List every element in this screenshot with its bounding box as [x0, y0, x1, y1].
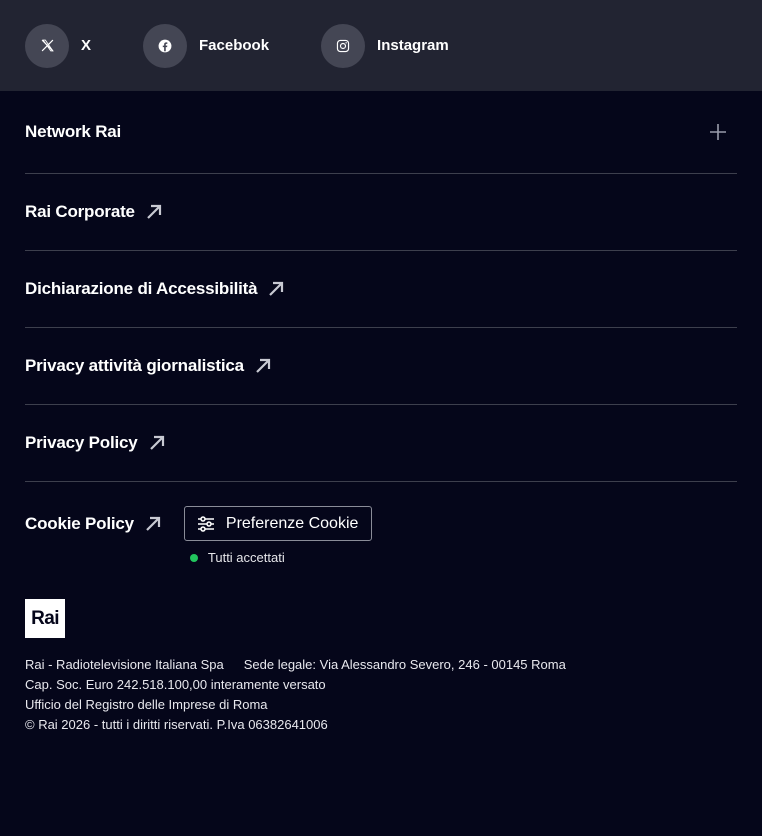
link-cookie-policy[interactable]: Cookie Policy	[25, 506, 162, 542]
copyright: © Rai 2026 - tutti i diritti riservati. …	[25, 717, 328, 732]
cookie-policy-label: Cookie Policy	[25, 514, 134, 533]
arrow-up-right-icon	[148, 434, 166, 452]
cookie-status-text: Tutti accettati	[207, 550, 285, 565]
company-name: Rai - Radiotelevisione Italiana Spa	[25, 657, 224, 672]
footer-links: Network Rai Rai Corporate Dichiarazione …	[0, 91, 762, 565]
legal-line-1: Rai - Radiotelevisione Italiana Spa Sede …	[25, 655, 737, 675]
status-dot	[189, 553, 198, 562]
social-link-x[interactable]: X	[25, 23, 92, 68]
sliders-icon	[197, 515, 214, 532]
link-label: Privacy Policy	[25, 433, 138, 452]
link-rai-corporate[interactable]: Rai Corporate	[25, 174, 737, 251]
share-capital: Cap. Soc. Euro 242.518.100,00 interament…	[25, 677, 326, 692]
link-privacy-policy[interactable]: Privacy Policy	[25, 405, 737, 482]
arrow-up-right-icon	[267, 280, 285, 298]
cookie-section: Cookie Policy Preferenze Cookie Tutti ac…	[25, 482, 737, 565]
social-label-facebook: Facebook	[199, 37, 270, 54]
x-icon	[25, 23, 69, 68]
plus-icon[interactable]	[709, 123, 727, 141]
cookie-status: Tutti accettati	[184, 550, 373, 565]
social-label-x: X	[81, 37, 92, 54]
link-label: Dichiarazione di Accessibilità	[25, 279, 258, 298]
rai-logo: Rai	[25, 599, 65, 638]
arrow-up-right-icon	[144, 515, 162, 533]
instagram-icon	[321, 23, 366, 68]
company-registry: Ufficio del Registro delle Imprese di Ro…	[25, 697, 268, 712]
social-label-instagram: Instagram	[377, 37, 449, 54]
link-label: Privacy attività giornalistica	[25, 356, 244, 375]
arrow-up-right-icon	[254, 357, 272, 375]
link-accessibility-statement[interactable]: Dichiarazione di Accessibilità	[25, 251, 737, 328]
social-bar: X Facebook Instagram	[0, 0, 762, 91]
social-link-instagram[interactable]: Instagram	[321, 23, 449, 68]
legal-info: Rai - Radiotelevisione Italiana Spa Sede …	[0, 655, 762, 735]
registered-office: Sede legale: Via Alessandro Severo, 246 …	[243, 657, 566, 672]
cookie-preferences-label: Preferenze Cookie	[225, 514, 359, 532]
facebook-icon	[143, 23, 188, 68]
cookie-preferences-button[interactable]: Preferenze Cookie	[183, 506, 373, 541]
link-label: Rai Corporate	[25, 202, 135, 221]
network-rai-accordion[interactable]: Network Rai	[25, 91, 737, 174]
network-rai-label: Network Rai	[25, 122, 122, 141]
social-link-facebook[interactable]: Facebook	[143, 23, 270, 68]
arrow-up-right-icon	[145, 203, 163, 221]
link-privacy-journalism[interactable]: Privacy attività giornalistica	[25, 328, 737, 405]
